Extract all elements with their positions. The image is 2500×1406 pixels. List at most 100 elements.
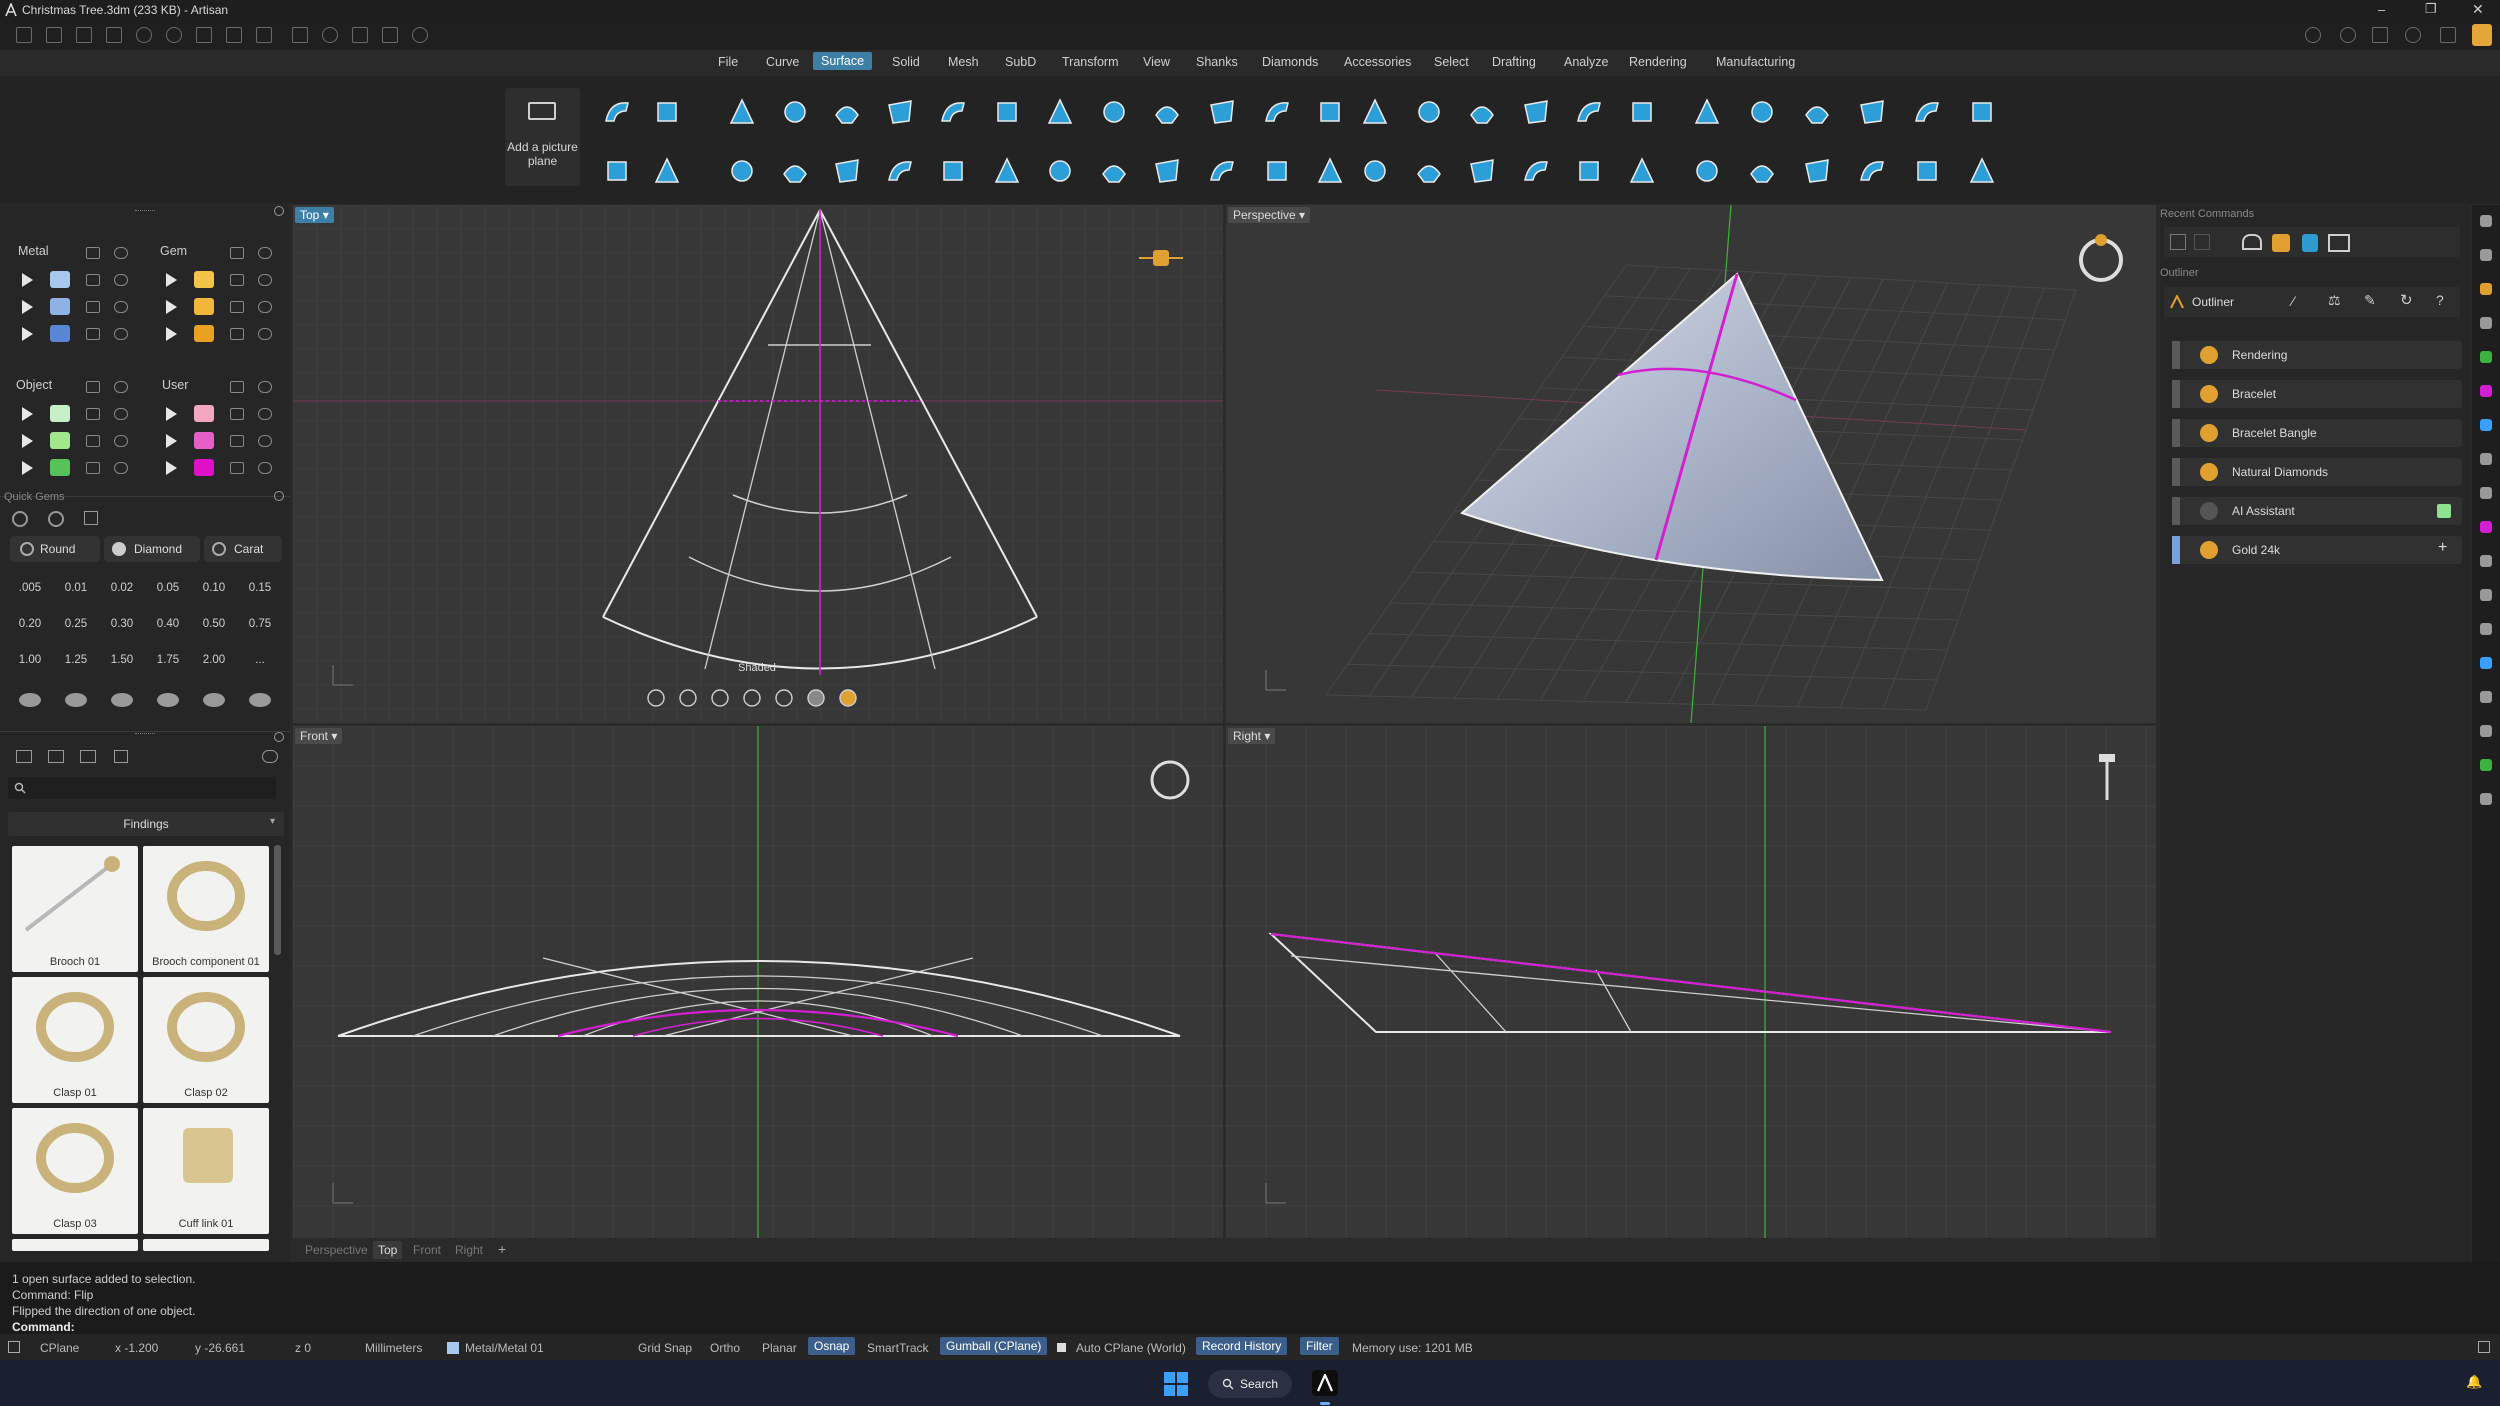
gem-tool-icon[interactable] [84,511,98,525]
pear-gem-icon[interactable] [157,693,179,707]
view-tool-icon[interactable] [647,689,665,707]
surface-tool-37[interactable] [1150,154,1184,188]
outliner-item[interactable]: Bracelet Bangle [2172,419,2462,447]
ai-assistant-status-icon[interactable] [2437,504,2451,518]
carat-size-button[interactable]: ... [242,654,278,666]
recent-cmd-5-icon[interactable] [2328,234,2350,252]
object-layer-color-swatch[interactable] [50,459,70,476]
carat-size-button[interactable]: .005 [12,582,48,594]
lock-icon[interactable] [86,408,100,420]
surface-tool-34[interactable] [990,154,1024,188]
side-tool-icon[interactable] [2480,623,2492,635]
library-item[interactable] [143,1239,269,1251]
side-tool-icon[interactable] [2480,487,2492,499]
carat-size-button[interactable]: 0.50 [196,618,232,630]
menu-drafting[interactable]: Drafting [1492,55,1536,69]
surface-tool-8[interactable] [990,95,1024,129]
lock-icon[interactable] [86,462,100,474]
auto-cplane-checkbox[interactable] [1057,1343,1066,1352]
open-recent-icon[interactable] [106,27,122,43]
library-import-icon[interactable] [80,750,96,763]
gem-shape-icon[interactable] [12,511,28,527]
metal-layer-expand-icon[interactable] [22,273,33,287]
surface-tool-52[interactable] [1965,154,1999,188]
new-file-icon[interactable] [16,27,32,43]
lock-icon[interactable] [230,274,244,286]
view-tool-icon[interactable] [711,689,729,707]
view-tool-icon[interactable] [679,689,697,707]
lock-icon[interactable] [230,408,244,420]
surface-tool-21[interactable] [1690,95,1724,129]
library-settings-icon[interactable] [274,732,284,742]
library-item[interactable]: Cuff link 01 [143,1108,269,1234]
minimize-button[interactable]: – [2378,2,2385,17]
view-tool-icon[interactable] [807,689,825,707]
gem-cut-icon[interactable] [48,511,64,527]
tool-c-icon[interactable] [382,27,398,43]
carat-size-button[interactable]: 0.40 [150,618,186,630]
tab-perspective[interactable]: Perspective [305,1243,368,1257]
viewport-right-label[interactable]: Right ▾ [1228,728,1276,744]
redo-icon[interactable] [166,27,182,43]
library-item[interactable]: Brooch 01 [12,846,138,972]
view-tool-icon[interactable] [839,689,857,707]
top-view-canvas[interactable] [293,205,1223,723]
user-avatar[interactable] [2472,24,2492,46]
menu-rendering[interactable]: Rendering [1629,55,1687,69]
notification-bell-icon[interactable]: 🔔 [2466,1374,2482,1390]
metal-layer-expand-icon[interactable] [22,327,33,341]
surface-tool-11[interactable] [1150,95,1184,129]
side-tool-icon[interactable] [2480,691,2492,703]
surface-tool-2[interactable] [650,95,684,129]
gem-cut-select[interactable]: Diamond [104,536,200,562]
right-view-canvas[interactable] [1226,726,2156,1238]
edit-icon[interactable]: ✎ [2364,292,2376,309]
outliner-item[interactable]: Gold 24k + [2172,536,2462,564]
surface-tool-33[interactable] [936,154,970,188]
cone-surface[interactable] [1460,272,1884,582]
surface-tool-23[interactable] [1800,95,1834,129]
save-as-icon[interactable] [226,27,242,43]
carat-size-button[interactable]: 0.02 [104,582,140,594]
eye-icon[interactable] [258,435,272,447]
surface-tool-36[interactable] [1097,154,1131,188]
carat-size-button[interactable]: 0.10 [196,582,232,594]
tab-right[interactable]: Right [455,1243,483,1257]
surface-tool-45[interactable] [1572,154,1606,188]
quick-gems-settings-icon[interactable] [274,491,284,501]
menu-file[interactable]: File [718,55,738,69]
gem-layer-expand-icon[interactable] [166,300,177,314]
library-grid-icon[interactable] [114,750,128,763]
object-layer-expand-icon[interactable] [22,434,33,448]
tool-b-icon[interactable] [352,27,368,43]
pin-icon[interactable] [2099,754,2115,800]
about-icon[interactable] [2405,27,2421,43]
viewport-front-label[interactable]: Front ▾ [295,728,343,744]
menu-solid[interactable]: Solid [892,55,920,69]
side-tool-icon[interactable] [2480,419,2492,431]
surface-tool-22[interactable] [1745,95,1779,129]
menu-mesh[interactable]: Mesh [948,55,979,69]
surface-tool-31[interactable] [830,154,864,188]
eye-icon[interactable] [114,247,128,259]
surface-tool-26[interactable] [1965,95,1999,129]
outliner-item[interactable]: AI Assistant [2172,497,2462,525]
surface-tool-20[interactable] [1625,95,1659,129]
side-tool-icon[interactable] [2480,385,2492,397]
current-layer[interactable]: Metal/Metal 01 [465,1341,544,1355]
refresh-icon[interactable]: ↻ [2400,291,2413,309]
surface-tool-5[interactable] [830,95,864,129]
gumball-toggle[interactable]: Gumball (CPlane) [940,1337,1048,1355]
filter-toggle[interactable]: Filter [1300,1337,1339,1355]
surface-tool-9[interactable] [1043,95,1077,129]
menu-manufacturing[interactable]: Manufacturing [1716,55,1795,69]
panel-grip[interactable] [135,210,155,212]
gem-layer-color-swatch[interactable] [194,325,214,342]
ring-icon[interactable] [2079,234,2123,282]
lock-icon[interactable] [86,381,100,393]
surface-tool-17[interactable] [1465,95,1499,129]
lock-icon[interactable] [230,462,244,474]
object-layer-expand-icon[interactable] [22,461,33,475]
surface-tool-27[interactable] [600,154,634,188]
marquise-gem-icon[interactable] [203,693,225,707]
